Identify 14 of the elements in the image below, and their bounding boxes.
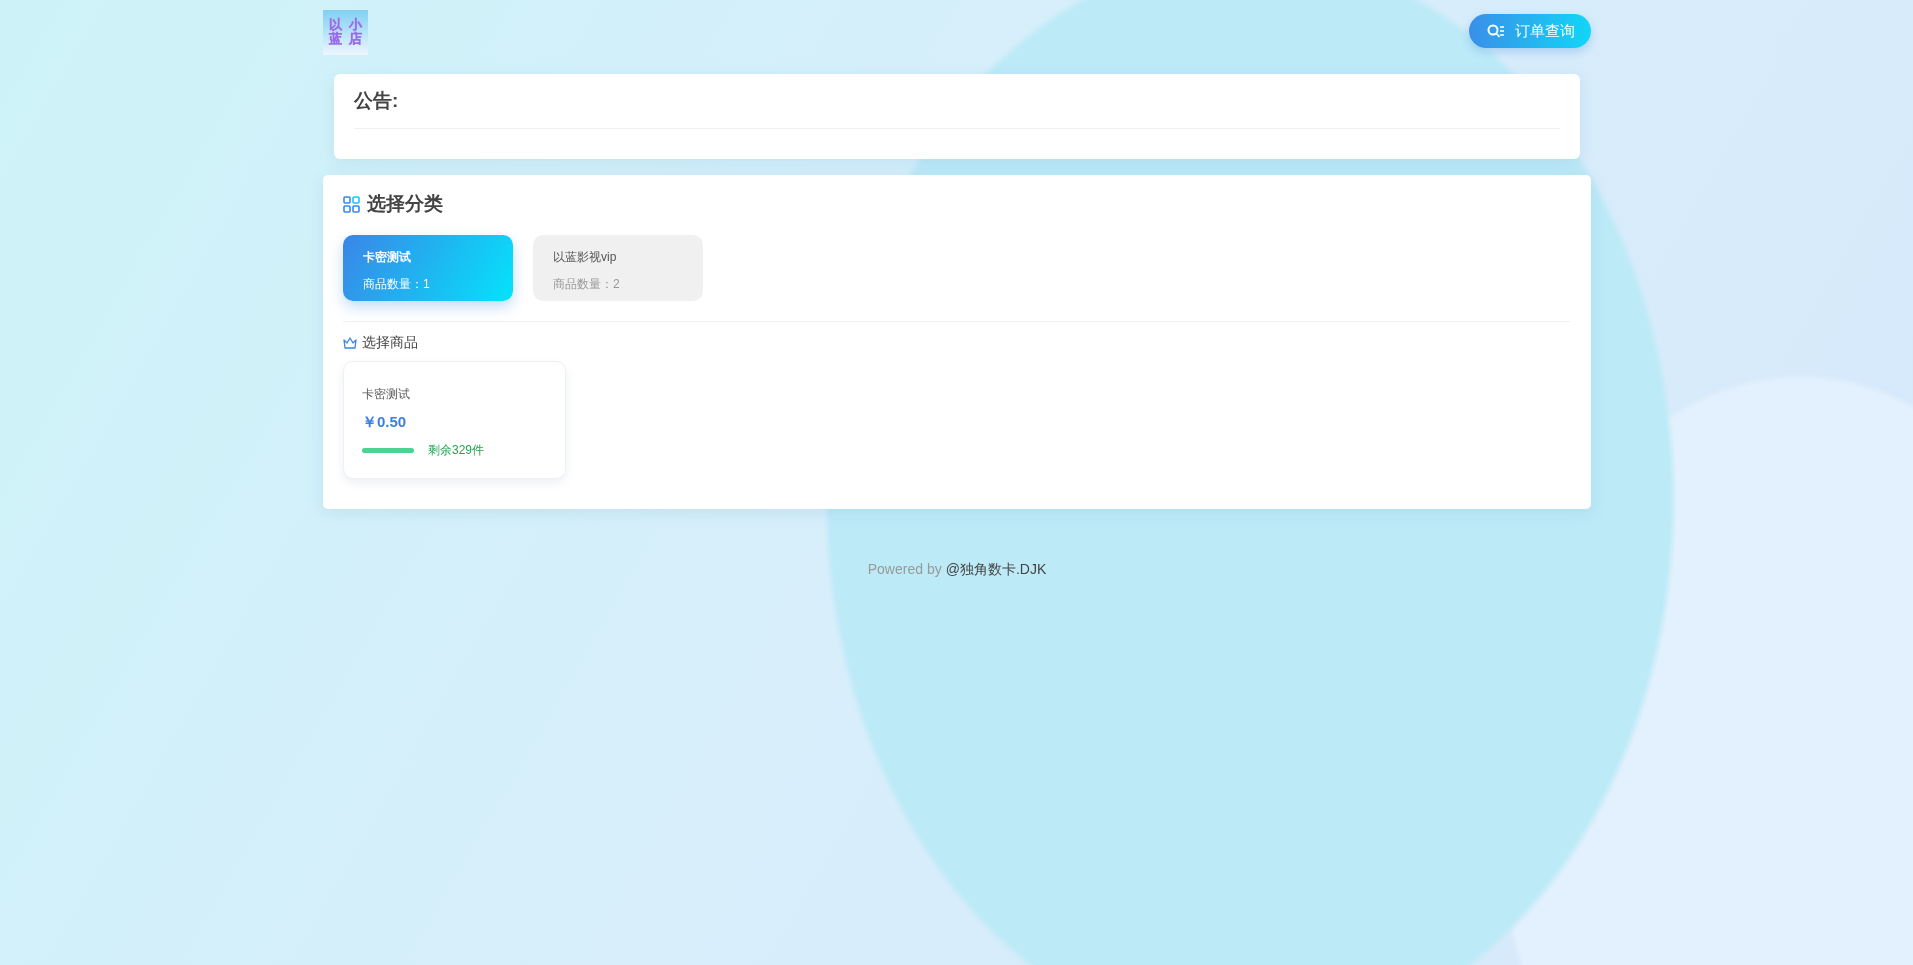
search-icon: [1487, 23, 1505, 39]
grid-icon: [343, 195, 360, 213]
logo: 以蓝 小店: [323, 9, 368, 55]
product-price: ￥0.50: [362, 413, 408, 432]
notice-title: 公告:: [354, 89, 399, 113]
crown-icon: [343, 337, 357, 349]
section-title: 选择分类: [367, 192, 443, 216]
product-card[interactable]: 卡密测试 ￥0.50 剩余329件: [343, 361, 566, 479]
footer-link[interactable]: @独角数卡.DJK: [945, 561, 1047, 579]
powered-by-text: Powered by: [867, 561, 942, 579]
category-card[interactable]: 以蓝影视vip 商品数量：2: [533, 235, 703, 301]
section-title: 选择商品: [362, 334, 418, 352]
stock-count: 剩余329件: [428, 442, 485, 459]
product-name: 卡密测试: [362, 386, 411, 403]
